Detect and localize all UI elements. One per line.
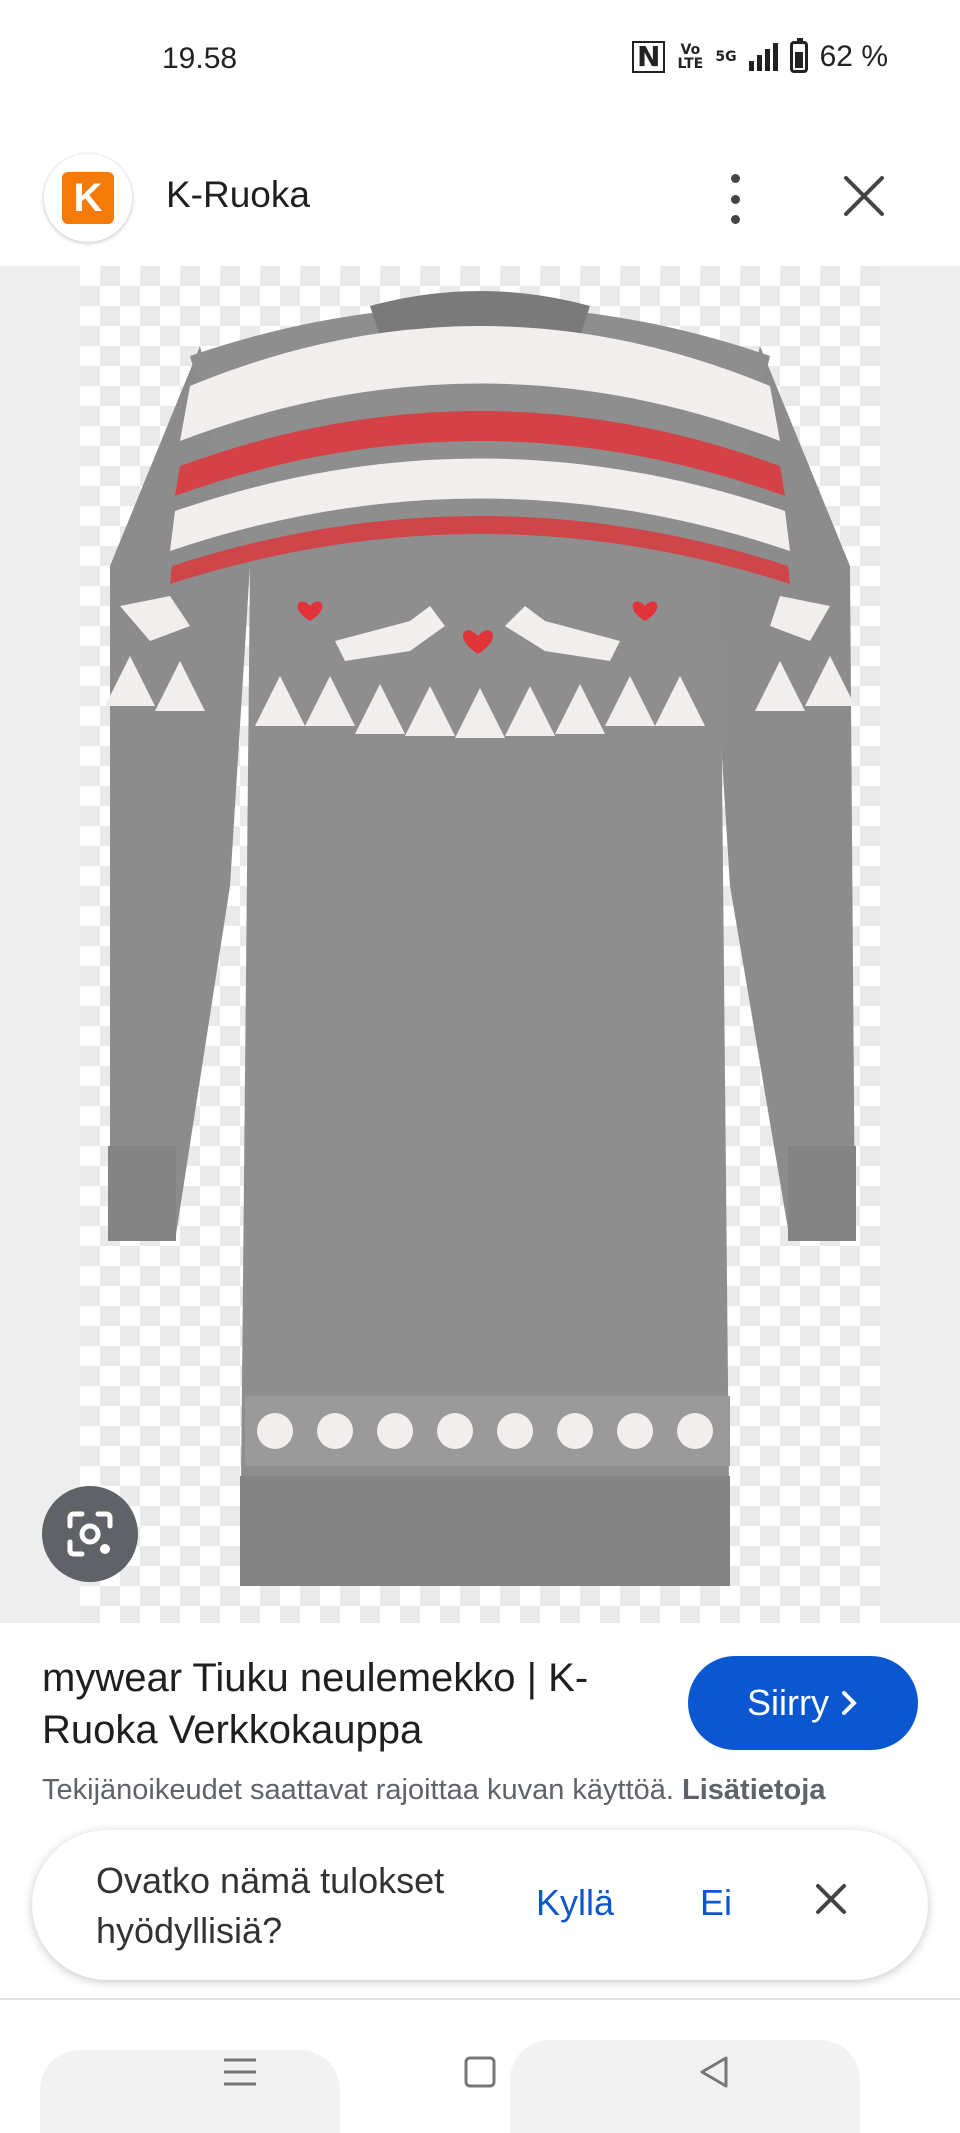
signal-icon bbox=[748, 43, 778, 71]
google-lens-button[interactable] bbox=[42, 1486, 138, 1582]
site-name[interactable]: K-Ruoka bbox=[166, 174, 310, 216]
battery-icon bbox=[789, 38, 808, 73]
status-icons: N Vo LTE 5G 62 % bbox=[631, 38, 888, 74]
visit-button[interactable]: Siirry bbox=[688, 1656, 918, 1750]
image-preview[interactable] bbox=[0, 266, 960, 1623]
sweater-dress-image bbox=[105, 291, 856, 1586]
feedback-yes-button[interactable]: Kyllä bbox=[536, 1882, 614, 1924]
k-logo-icon: K bbox=[62, 172, 114, 224]
menu-icon[interactable] bbox=[222, 2054, 258, 2090]
more-vert-icon[interactable] bbox=[720, 174, 750, 224]
volte-icon: Vo LTE bbox=[677, 42, 704, 72]
back-icon[interactable] bbox=[696, 2054, 732, 2090]
feedback-close-icon[interactable] bbox=[814, 1882, 848, 1916]
close-icon[interactable] bbox=[842, 174, 886, 218]
feedback-question: Ovatko nämä tulokset hyödyllisiä? bbox=[96, 1860, 445, 1951]
copyright-text: Tekijänoikeudet saattavat rajoittaa kuva… bbox=[42, 1774, 674, 1806]
product-image bbox=[80, 266, 880, 1623]
visit-label: Siirry bbox=[747, 1682, 829, 1723]
more-info-link[interactable]: Lisätietoja bbox=[682, 1774, 825, 1806]
nfc-icon: N bbox=[631, 41, 666, 73]
chevron-right-icon bbox=[841, 1691, 857, 1715]
source-header: K K-Ruoka bbox=[0, 140, 960, 266]
status-time: 19.58 bbox=[162, 42, 238, 75]
feedback-no-button[interactable]: Ei bbox=[700, 1882, 732, 1924]
feedback-card: Ovatko nämä tulokset hyödyllisiä? Kyllä … bbox=[32, 1830, 928, 1980]
home-icon[interactable] bbox=[462, 2054, 498, 2090]
site-logo[interactable]: K bbox=[44, 154, 132, 242]
system-nav-bar bbox=[0, 2040, 960, 2110]
status-bar: 19.58 N Vo LTE 5G 62 % bbox=[0, 0, 960, 120]
lens-icon bbox=[67, 1511, 113, 1557]
battery-percent: 62 % bbox=[819, 40, 888, 73]
copyright-notice: Tekijänoikeudet saattavat rajoittaa kuva… bbox=[42, 1774, 825, 1807]
result-title[interactable]: mywear Tiuku neulemekko | K-Ruoka Verkko… bbox=[42, 1652, 642, 1756]
network-5g-icon: 5G bbox=[715, 49, 737, 65]
